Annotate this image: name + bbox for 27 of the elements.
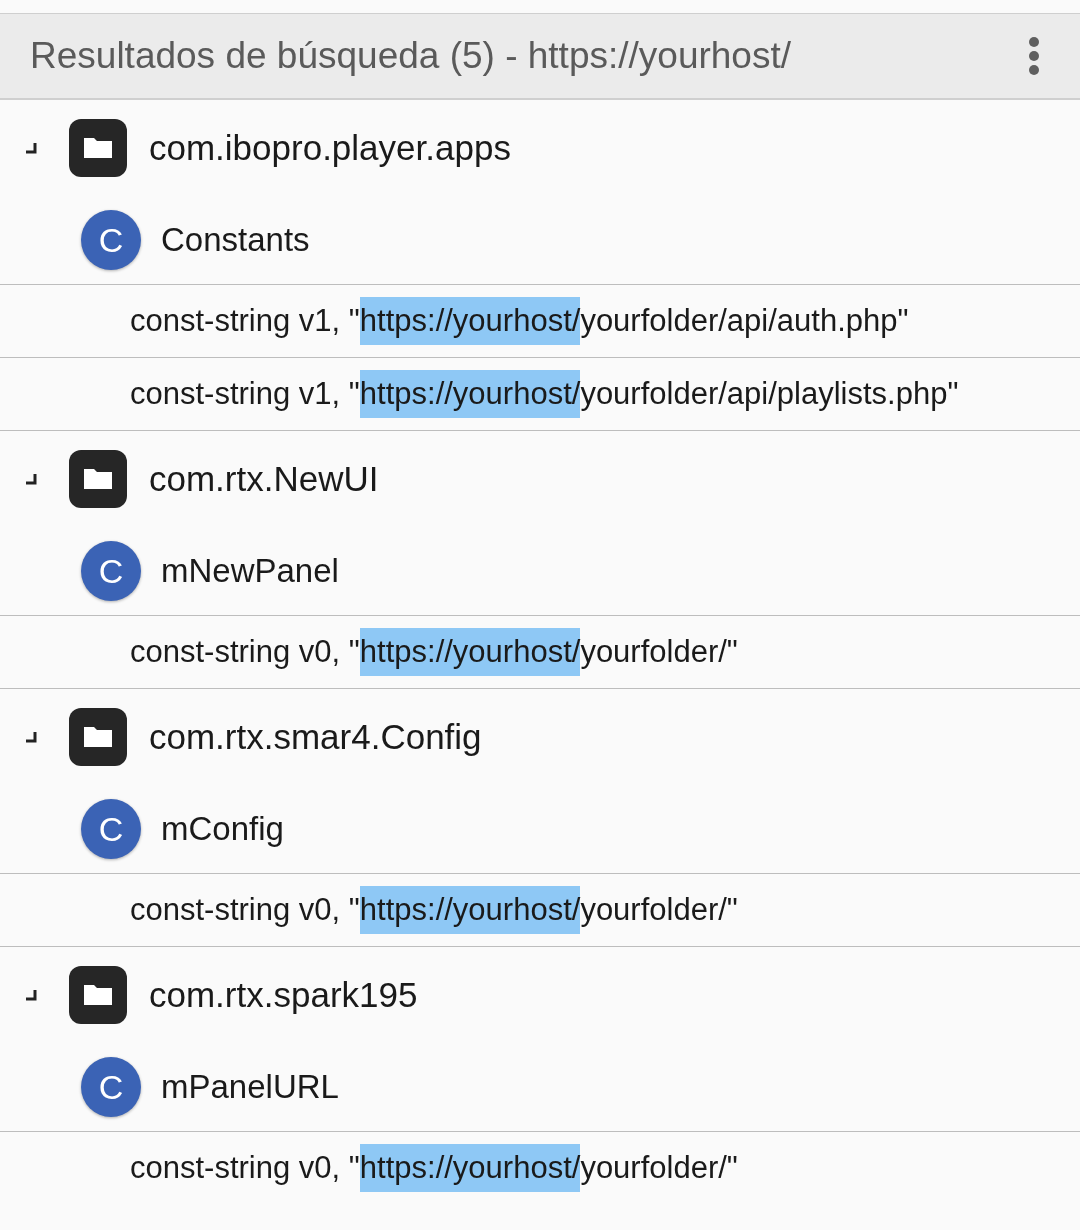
folder-icon xyxy=(69,119,127,177)
search-results-title: Resultados de búsqueda (5) - https://yourhost/ xyxy=(30,35,791,77)
folder-icon xyxy=(69,450,127,508)
class-badge: C xyxy=(81,799,141,859)
collapse-icon[interactable] xyxy=(24,472,38,486)
package-name[interactable]: com.rtx.NewUI xyxy=(149,459,379,499)
class-name[interactable]: mConfig xyxy=(161,810,284,848)
class-name[interactable]: mPanelURL xyxy=(161,1068,339,1106)
collapse-icon[interactable] xyxy=(24,730,38,744)
result-line[interactable]: const-string v0, "https://yourhost/yourfolder/" xyxy=(0,874,1080,947)
class-badge: C xyxy=(81,1057,141,1117)
package-name[interactable]: com.rtx.spark195 xyxy=(149,975,418,1015)
more-options-icon[interactable] xyxy=(1028,36,1040,76)
class-name[interactable]: mNewPanel xyxy=(161,552,339,590)
folder-icon xyxy=(69,708,127,766)
class-name[interactable]: Constants xyxy=(161,221,310,259)
collapse-icon[interactable] xyxy=(24,988,38,1002)
folder-icon xyxy=(69,966,127,1024)
result-line[interactable]: const-string v1, "https://yourhost/yourfolder/api/auth.php" xyxy=(0,285,1080,358)
result-line[interactable]: const-string v0, "https://yourhost/yourfolder/" xyxy=(0,1132,1080,1204)
class-badge: C xyxy=(81,210,141,270)
package-name[interactable]: com.rtx.smar4.Config xyxy=(149,717,482,757)
result-line[interactable]: const-string v0, "https://yourhost/yourfolder/" xyxy=(0,616,1080,689)
collapse-icon[interactable] xyxy=(24,141,38,155)
result-line[interactable]: const-string v1, "https://yourhost/yourfolder/api/playlists.php" xyxy=(0,358,1080,431)
class-badge: C xyxy=(81,541,141,601)
package-name[interactable]: com.ibopro.player.apps xyxy=(149,128,511,168)
